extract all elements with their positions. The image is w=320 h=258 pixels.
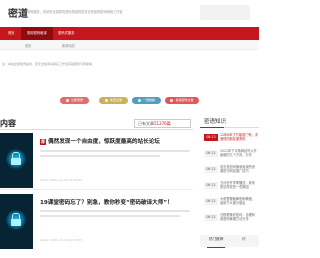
sidebar-item-text: 大佬整理破解密码教程，适用于大部分朋友: [220, 197, 256, 206]
search-input[interactable]: [200, 5, 250, 20]
key-icon: [137, 98, 141, 102]
sidebar-item-date: 08-13: [204, 134, 218, 141]
sidebar-item-text: 五月份开学季赠送，原来是这样说的一些原因: [220, 181, 256, 190]
recommend-badge: 荐: [40, 138, 46, 145]
main-nav: 首页 常用密码破译 密码式服务: [0, 27, 259, 40]
site-notice: 注：本站全部免费提供，若无法使用请联系工作室获取服务与帮助等: [2, 62, 93, 66]
sidebar-tab-underline: [207, 247, 225, 248]
sidebar-title: 密语知识: [204, 119, 227, 125]
tab-hot-recommend[interactable]: 热门推荐: [209, 237, 223, 242]
sidebar-item-date: 08-12: [204, 182, 218, 189]
nav-item-home[interactable]: 首页: [8, 27, 15, 40]
sidebar-item-text: 站长是如何使用免费的资源进行网站推广技巧: [220, 165, 256, 174]
register-button[interactable]: 免费注册: [99, 97, 128, 104]
plus-icon: [104, 98, 108, 102]
lock-body: [11, 219, 21, 226]
subnav-item-news[interactable]: 新闻动态: [62, 43, 75, 48]
article-count-box: 已有文章51276篇: [134, 119, 191, 128]
subnav-item-home[interactable]: 首页: [25, 43, 31, 48]
user-icon: [65, 98, 69, 102]
sidebar-active-underline: [200, 127, 224, 128]
login-button[interactable]: 立即登录: [60, 97, 89, 104]
article-divider: [0, 189, 193, 190]
sidebar-item-text: 过程更美好如何，合理利用密码管理方法分享: [220, 213, 256, 222]
submit-article-button[interactable]: 投稿密码文章: [165, 97, 199, 104]
article-meta: admin 2021-11-16 12:33:53: [40, 238, 83, 242]
article-summary-line: [40, 210, 190, 212]
sidebar-item-text: 2022年下半场网站可以开始做的几个方向，分享: [220, 149, 257, 158]
article-summary-line: [40, 155, 160, 157]
content-section-title: 内容: [0, 119, 16, 128]
section-divider: [0, 129, 193, 130]
sidebar-tabs: 热门推荐 精: [200, 235, 259, 247]
article-title[interactable]: 19课堂密码忘了？别急，教你秒变“密码破译大师”！: [40, 198, 173, 206]
article-meta: admin 2021-11-16 12:33:53: [40, 178, 83, 182]
site-logo[interactable]: 密道: [8, 5, 28, 20]
article-count-value: 51276篇: [154, 121, 171, 126]
lock-body: [11, 158, 21, 165]
article-title[interactable]: 荐偶然发现一个自由度，惊跃度最高的站长论坛: [40, 137, 160, 145]
quick-crack-button[interactable]: 一键破解: [132, 97, 161, 104]
sub-nav: 首页 新闻动态: [0, 40, 259, 50]
article-summary-line: [40, 150, 190, 152]
tab-featured[interactable]: 精: [242, 237, 246, 242]
edit-icon: [170, 98, 174, 102]
article-summary-line: [40, 215, 180, 217]
nav-item-password-crack[interactable]: 常用密码破译: [21, 27, 53, 40]
article-thumbnail[interactable]: [0, 194, 33, 249]
site-tagline: 密码服务，系统安全保障的密码是保障您安全的保障密码网络工作室: [27, 10, 123, 14]
sidebar-item-date: 08-12: [204, 198, 218, 205]
sidebar-item-date: 08-12: [204, 214, 218, 221]
site-header: 密道 密码服务，系统安全保障的密码是保障您安全的保障密码网络工作室: [0, 0, 259, 27]
sidebar-item-text: 12年6年了只能改门号，手速快的朋友速来抢: [220, 133, 258, 142]
nav-item-password-service[interactable]: 密码式服务: [58, 27, 74, 40]
sidebar-item-date: 08-12: [204, 166, 218, 173]
page: 密道 密码服务，系统安全保障的密码是保障您安全的保障密码网络工作室 首页 常用密…: [0, 0, 259, 258]
article-thumbnail[interactable]: [0, 133, 33, 188]
sidebar-item-date: 08-12: [204, 150, 218, 157]
article-count-label: 已有文章: [138, 121, 154, 126]
